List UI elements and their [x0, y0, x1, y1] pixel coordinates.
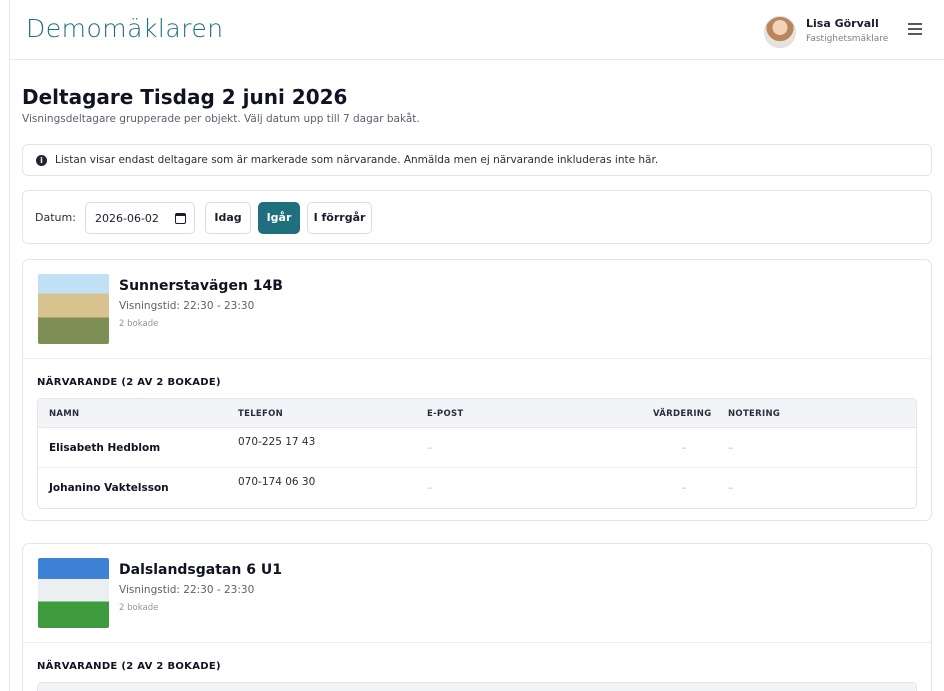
attendee-table: NAMN TELEFON E-POST VÄRDERING NOTERING E…: [37, 398, 917, 509]
today-button[interactable]: Idag: [205, 202, 251, 234]
booked-count: 2 bokade: [119, 319, 159, 329]
brand-logo[interactable]: Demomäklaren: [26, 14, 224, 43]
attendee-email: –: [427, 442, 433, 454]
info-icon: i: [36, 155, 47, 166]
avatar[interactable]: [764, 16, 796, 48]
info-notice: i Listan visar endast deltagare som är m…: [22, 144, 932, 176]
attendee-email: –: [427, 482, 433, 494]
attendance-section-title: NÄRVARANDE (2 AV 2 BOKADE): [37, 377, 221, 388]
page-title: Deltagare Tisdag 2 juni 2026: [22, 85, 348, 109]
calendar-icon[interactable]: [175, 213, 186, 224]
listing-card: Sunnerstavägen 14B Visningstid: 22:30 - …: [22, 259, 932, 521]
table-row[interactable]: Johanino Vaktelsson 070-174 06 30 – – –: [38, 468, 916, 508]
col-valuation: VÄRDERING: [653, 409, 712, 419]
attendee-phone: 070-225 17 43: [238, 436, 316, 448]
table-header: [38, 683, 916, 691]
top-bar: Demomäklaren Lisa Görvall Fastighetsmäkl…: [10, 0, 944, 60]
page-subtitle: Visningsdeltagare grupperade per objekt.…: [22, 113, 420, 125]
attendee-name: Johanino Vaktelsson: [49, 482, 169, 494]
left-border: [9, 0, 10, 691]
listing-header: Sunnerstavägen 14B Visningstid: 22:30 - …: [23, 260, 931, 359]
booked-count: 2 bokade: [119, 603, 159, 613]
info-text: Listan visar endast deltagare som är mar…: [55, 154, 659, 166]
date-value: 2026-06-02: [95, 212, 159, 225]
attendee-phone: 070-174 06 30: [238, 476, 316, 488]
attendee-valuation: –: [681, 442, 687, 454]
attendee-note: –: [728, 482, 734, 494]
col-email: E-POST: [427, 409, 464, 419]
viewing-time: Visningstid: 22:30 - 23:30: [119, 300, 255, 312]
user-role: Fastighetsmäklare: [806, 34, 889, 44]
attendee-valuation: –: [681, 482, 687, 494]
attendee-name: Elisabeth Hedblom: [49, 442, 161, 454]
date-label: Datum:: [35, 211, 76, 224]
col-phone: TELEFON: [238, 409, 284, 419]
col-name: NAMN: [49, 409, 80, 419]
listing-thumbnail[interactable]: [38, 558, 109, 628]
attendance-section-title: NÄRVARANDE (2 AV 2 BOKADE): [37, 661, 221, 672]
attendee-note: –: [728, 442, 734, 454]
table-header: NAMN TELEFON E-POST VÄRDERING NOTERING: [38, 399, 916, 428]
listing-thumbnail[interactable]: [38, 274, 109, 344]
listing-card: Dalslandsgatan 6 U1 Visningstid: 22:30 -…: [22, 543, 932, 691]
table-row[interactable]: Elisabeth Hedblom 070-225 17 43 – – –: [38, 428, 916, 468]
col-note: NOTERING: [728, 409, 781, 419]
day-before-yesterday-button[interactable]: I förrgår: [307, 202, 372, 234]
user-name: Lisa Görvall: [806, 17, 879, 30]
hamburger-menu-icon[interactable]: [908, 23, 922, 35]
viewing-time: Visningstid: 22:30 - 23:30: [119, 584, 255, 596]
attendee-table: [37, 682, 917, 691]
date-filter: Datum: 2026-06-02 Idag Igår I förrgår: [22, 190, 932, 244]
listing-address: Dalslandsgatan 6 U1: [119, 562, 282, 578]
date-input[interactable]: 2026-06-02: [85, 202, 195, 234]
listing-address: Sunnerstavägen 14B: [119, 278, 283, 294]
yesterday-button[interactable]: Igår: [258, 202, 300, 234]
listing-header: Dalslandsgatan 6 U1 Visningstid: 22:30 -…: [23, 544, 931, 643]
